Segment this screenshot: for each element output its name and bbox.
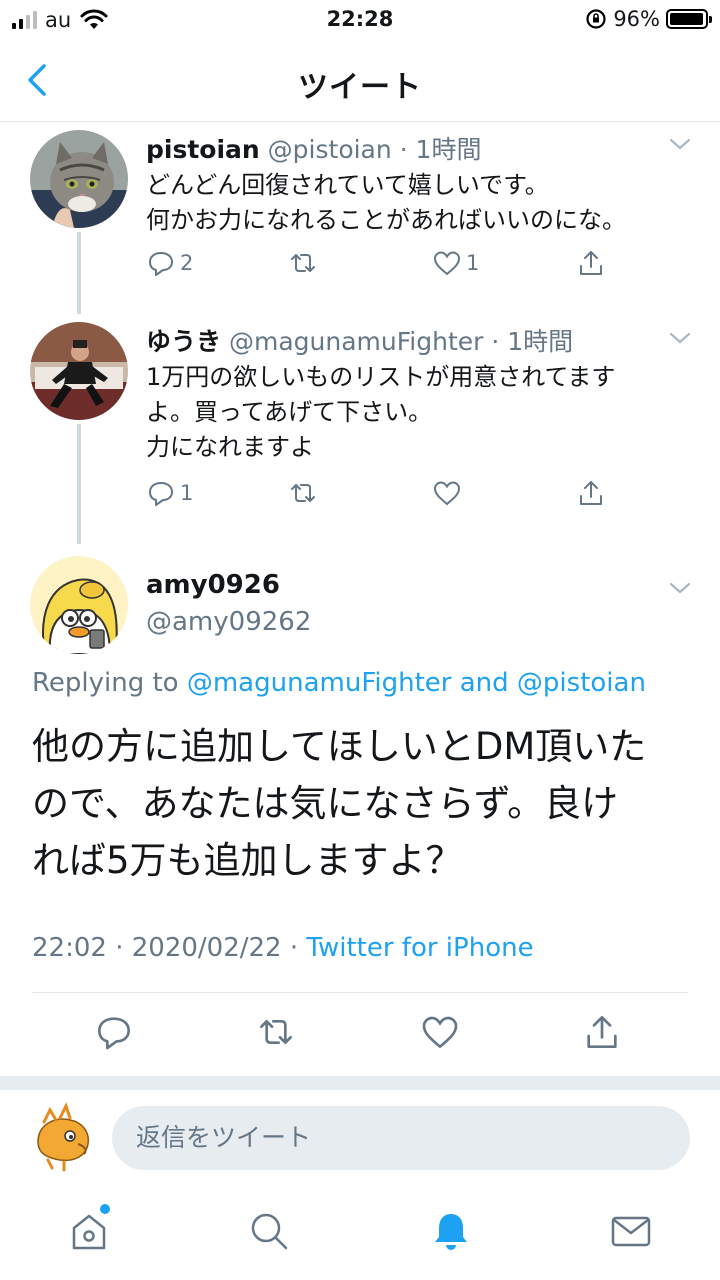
- tweet-text-line: よ。買ってあげて下さい。: [146, 398, 433, 426]
- share-action[interactable]: [576, 248, 606, 278]
- share-icon[interactable]: [582, 1012, 622, 1052]
- tweet-header: pistoian @pistoian · 1時間: [146, 130, 481, 166]
- tab-bar: [0, 1186, 720, 1280]
- like-count: 1: [466, 251, 480, 275]
- replying-and[interactable]: and: [460, 668, 509, 698]
- share-icon: [580, 481, 602, 505]
- tweet-text-line: ので、あなたは気になさらず。良け: [32, 782, 619, 825]
- reply-count: 2: [180, 251, 194, 275]
- tweet-actions: 1: [146, 478, 616, 518]
- retweet-icon: [291, 254, 315, 272]
- display-name[interactable]: pistoian: [146, 135, 260, 164]
- retweet-action[interactable]: [288, 248, 322, 278]
- avatar[interactable]: [30, 130, 128, 228]
- tweet-text-line: 力になれますよ: [146, 433, 314, 461]
- home-icon[interactable]: [66, 1208, 112, 1254]
- like-action[interactable]: [432, 478, 466, 508]
- section-separator: [0, 1076, 720, 1090]
- source-link[interactable]: Twitter for iPhone: [306, 933, 533, 963]
- page-title: ツイート: [298, 70, 422, 105]
- my-avatar[interactable]: [30, 1102, 100, 1172]
- chevron-down-icon[interactable]: [668, 330, 692, 346]
- nav-bar: ツイート: [0, 40, 720, 122]
- reply-bar: 返信をツイート: [0, 1090, 720, 1186]
- tweet-time: 22:02: [32, 933, 107, 963]
- display-name[interactable]: amy0926: [146, 570, 280, 600]
- tweet-text-line: どんどん回復されていて嬉しいです。: [146, 171, 549, 199]
- avatar[interactable]: [30, 322, 128, 420]
- tweet-text: 1万円の欲しいものリストが用意されてます よ。買ってあげて下さい。 力になれます…: [146, 360, 686, 465]
- tweet-header: ゆうき @magunamuFighter · 1時間: [146, 322, 573, 358]
- status-bar: au 22:28 96%: [0, 0, 720, 40]
- tweet-text-line: れば5万も追加しますよ？: [32, 839, 463, 882]
- main-tweet-actions: [0, 1012, 720, 1058]
- tweet-meta: 22:02 · 2020/02/22 · Twitter for iPhone: [32, 933, 534, 963]
- mention-link[interactable]: @pistoian: [517, 668, 646, 698]
- share-action[interactable]: [576, 478, 606, 508]
- handle-time: @pistoian · 1時間: [267, 135, 482, 164]
- divider: [32, 992, 688, 993]
- display-name[interactable]: ゆうき: [146, 327, 221, 356]
- tweet-actions: 2 1: [146, 248, 616, 288]
- retweet-action[interactable]: [288, 478, 322, 508]
- meta-sep: ·: [115, 933, 124, 963]
- status-right: 96%: [585, 7, 712, 31]
- thread-connector: [77, 232, 81, 314]
- retweet-icon[interactable]: [256, 1012, 296, 1052]
- orientation-lock-icon: [586, 9, 606, 29]
- handle-time: @magunamuFighter · 1時間: [228, 327, 574, 356]
- notifications-icon[interactable]: [428, 1208, 474, 1254]
- tweet-text-line: 何かお力になれることがあればいいのにな。: [146, 206, 626, 234]
- reply-icon: [149, 252, 173, 276]
- tweet-text-line: 1万円の欲しいものリストが用意されてます: [146, 363, 616, 391]
- user-handle[interactable]: @amy09262: [146, 607, 311, 637]
- reply-input[interactable]: 返信をツイート: [112, 1106, 690, 1170]
- mention-link[interactable]: @magunamuFighter: [187, 668, 452, 698]
- heart-icon: [433, 481, 461, 506]
- reply-icon: [149, 482, 173, 506]
- tweet-text: どんどん回復されていて嬉しいです。 何かお力になれることがあればいいのにな。: [146, 168, 686, 238]
- replying-to: Replying to @magunamuFighter and @pistoi…: [32, 668, 646, 698]
- tweet-date: 2020/02/22: [131, 933, 282, 963]
- search-icon[interactable]: [246, 1208, 292, 1254]
- chevron-down-icon[interactable]: [668, 580, 692, 596]
- messages-icon[interactable]: [608, 1208, 654, 1254]
- heart-icon[interactable]: [420, 1012, 460, 1052]
- home-notification-dot: [100, 1204, 110, 1214]
- tweet-text-line: 他の方に追加してほしいとDM頂いた: [32, 725, 647, 768]
- meta-sep: ·: [289, 933, 299, 963]
- avatar[interactable]: [30, 556, 128, 654]
- reply-action[interactable]: 2: [146, 248, 193, 278]
- thread-connector: [77, 424, 81, 544]
- battery-percent: 96%: [613, 7, 660, 31]
- heart-icon: [433, 251, 461, 276]
- reply-icon[interactable]: [94, 1012, 134, 1052]
- replying-prefix: Replying to: [32, 668, 179, 698]
- reply-action[interactable]: 1: [146, 478, 193, 508]
- share-icon: [580, 251, 602, 275]
- like-action[interactable]: 1: [432, 248, 479, 278]
- reply-count: 1: [180, 481, 194, 505]
- battery-icon: [666, 9, 712, 29]
- retweet-icon: [291, 484, 315, 502]
- chevron-down-icon[interactable]: [668, 136, 692, 152]
- main-tweet-text: 他の方に追加してほしいとDM頂いた ので、あなたは気になさらず。良け れば5万も…: [32, 718, 692, 889]
